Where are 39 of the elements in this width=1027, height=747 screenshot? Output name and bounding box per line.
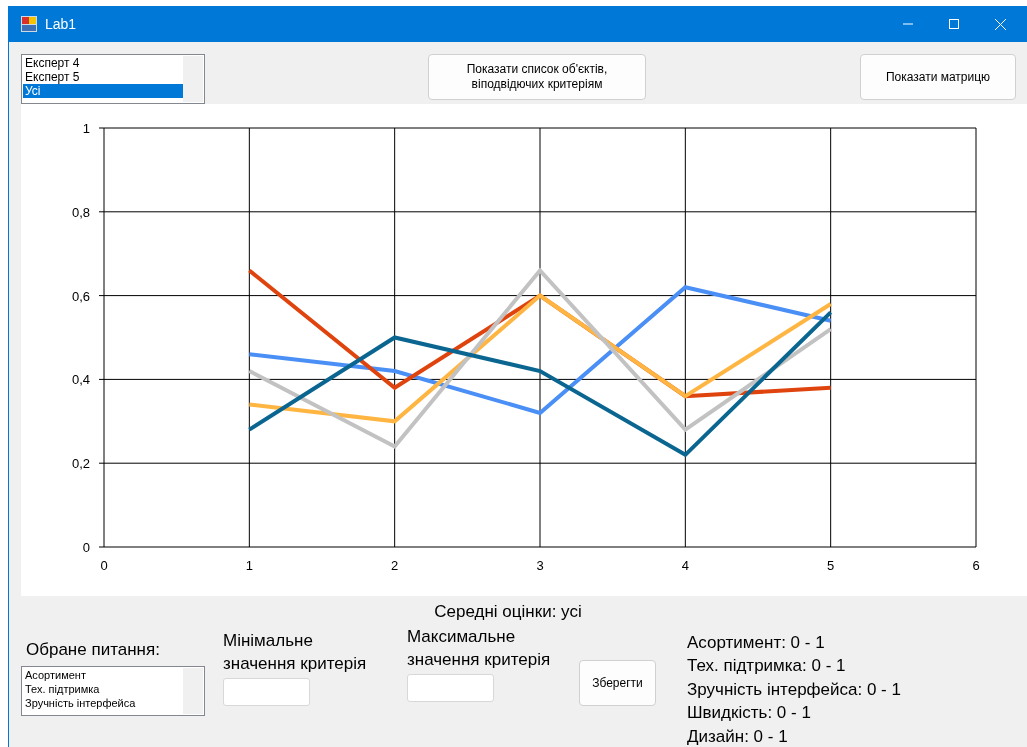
axis-tick-label: 1 bbox=[82, 121, 90, 136]
axis-tick-label: 0 bbox=[82, 540, 90, 555]
max-value-field[interactable] bbox=[407, 673, 494, 702]
list-item[interactable]: Усі bbox=[23, 84, 183, 98]
axis-tick-label: 0,4 bbox=[71, 372, 90, 388]
axis-tick-label: 0,6 bbox=[71, 288, 90, 304]
min-value-field[interactable] bbox=[223, 677, 310, 706]
list-item[interactable]: Асортимент bbox=[23, 668, 183, 682]
close-icon bbox=[994, 18, 1006, 30]
scrollbar[interactable] bbox=[183, 668, 203, 714]
app-icon bbox=[21, 16, 37, 32]
axis-tick-label: 3 bbox=[536, 558, 544, 573]
chart-caption: Середні оцінки: усі bbox=[434, 601, 582, 623]
question-label: Обране питання: bbox=[26, 638, 161, 661]
window-title: Lab1 bbox=[45, 14, 77, 34]
list-item[interactable]: Експерт 4 bbox=[23, 56, 183, 70]
list-item[interactable]: Тех. підтримка bbox=[23, 682, 183, 696]
list-item[interactable]: Експерт 5 bbox=[23, 70, 183, 84]
axis-tick-label: 0,2 bbox=[71, 456, 90, 472]
scrollbar[interactable] bbox=[183, 56, 203, 102]
show-objects-button[interactable]: Показати список об'єктів, віподвідючих критеріям bbox=[428, 54, 646, 100]
axis-tick-label: 6 bbox=[972, 558, 980, 573]
save-button[interactable]: Зберегти bbox=[579, 659, 656, 706]
min-value-label: Мінімальне значення критерія bbox=[223, 629, 368, 675]
axis-tick-label: 5 bbox=[827, 558, 835, 573]
axis-tick-label: 1 bbox=[245, 558, 253, 573]
show-matrix-button[interactable]: Показати матрицю bbox=[860, 54, 1016, 100]
range-text: Зручність інтерфейса: 0 - 1 bbox=[687, 678, 901, 701]
max-value-label: Максимальне значення критерія bbox=[407, 625, 552, 671]
range-text: Швидкість: 0 - 1 bbox=[687, 702, 812, 724]
range-text: Тех. підтримка: 0 - 1 bbox=[687, 655, 847, 677]
axis-tick-label: 4 bbox=[681, 558, 689, 573]
range-text: Дизайн: 0 - 1 bbox=[687, 725, 789, 747]
range-text: Асортимент: 0 - 1 bbox=[687, 631, 826, 654]
list-item[interactable]: Зручність інтерфейса bbox=[23, 696, 183, 710]
axis-tick-label: 0 bbox=[100, 558, 108, 573]
axis-tick-label: 2 bbox=[391, 558, 399, 573]
axis-tick-label: 0,8 bbox=[71, 204, 90, 220]
maximize-icon bbox=[949, 19, 959, 29]
